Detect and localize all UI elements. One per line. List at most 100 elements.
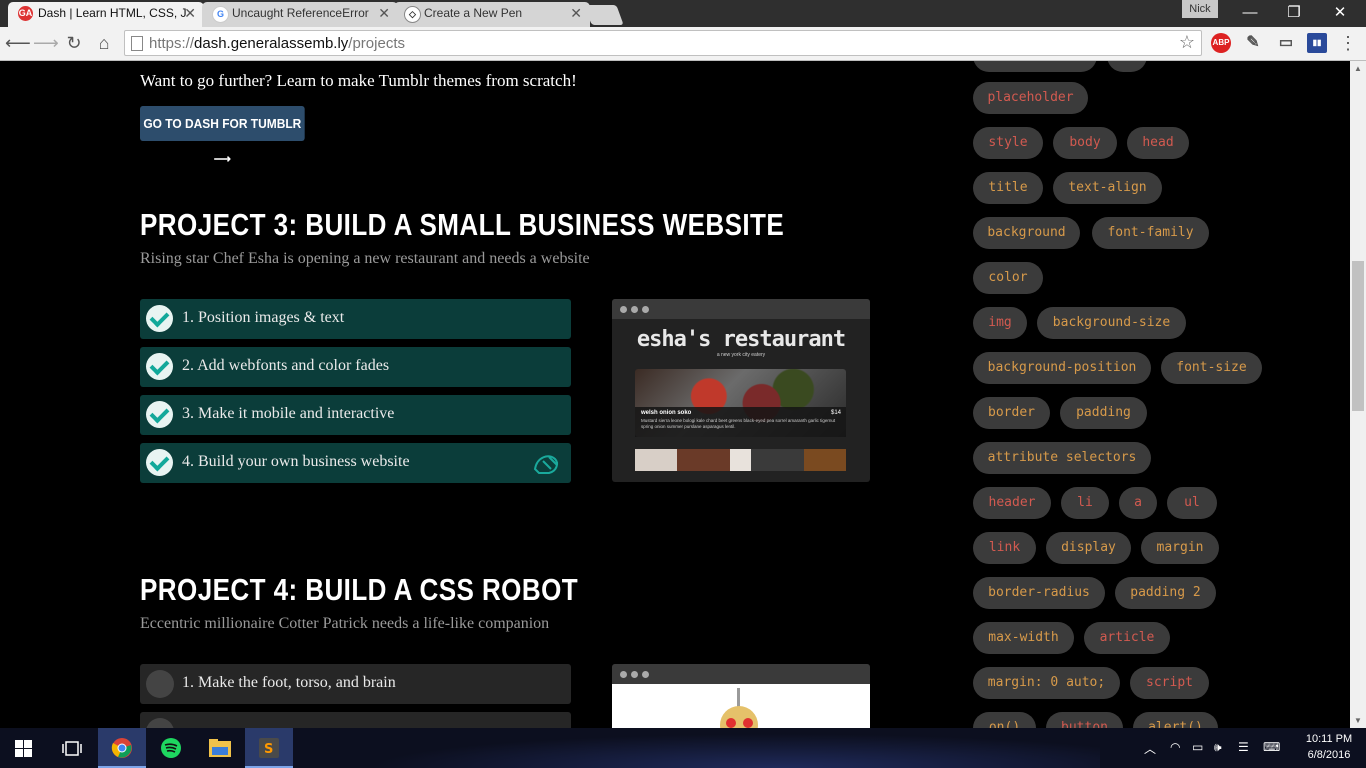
tag-pill[interactable] <box>973 61 1097 72</box>
bookmark-star-icon[interactable]: ☆ <box>1179 32 1195 53</box>
tag-pill[interactable] <box>1107 61 1147 72</box>
project4-step-1[interactable]: 1. Make the foot, torso, and brain <box>140 664 571 704</box>
project3-step-4[interactable]: 4. Build your own business website <box>140 443 571 483</box>
system-clock[interactable]: 10:11 PM 6/8/2016 <box>1296 731 1362 763</box>
wifi-icon[interactable]: ◠ <box>1170 740 1180 754</box>
close-window-icon[interactable]: ✕ <box>1318 2 1362 24</box>
tag-pill[interactable]: margin <box>1141 532 1219 564</box>
tag-pill[interactable]: script <box>1130 667 1209 699</box>
profile-button[interactable]: Nick <box>1182 0 1218 18</box>
file-explorer-icon[interactable] <box>196 728 244 768</box>
notifications-icon[interactable]: ☰ <box>1238 740 1249 754</box>
ga-logo-icon: GA <box>18 6 33 21</box>
sublime-text-icon[interactable]: S <box>245 728 293 768</box>
tag-pill[interactable]: margin: 0 auto; <box>973 667 1120 699</box>
close-icon[interactable]: ✕ <box>378 2 390 25</box>
chrome-icon[interactable] <box>98 728 146 768</box>
tag-pill[interactable]: link <box>973 532 1036 564</box>
tag-pill[interactable]: display <box>1046 532 1131 564</box>
tag-pill[interactable]: text-align <box>1053 172 1162 204</box>
tab-error[interactable]: G Uncaught ReferenceError ✕ <box>202 2 398 27</box>
project3-step-1[interactable]: 1. Position images & text <box>140 299 571 339</box>
maximize-icon[interactable]: ❐ <box>1272 2 1316 24</box>
tag-pill[interactable]: li <box>1061 487 1109 519</box>
volume-icon[interactable]: 🕪 <box>1214 740 1222 755</box>
google-icon: G <box>212 6 229 23</box>
tab-dash[interactable]: GA Dash | Learn HTML, CSS, J ✕ <box>8 2 204 27</box>
reload-icon[interactable]: ↻ <box>62 31 86 55</box>
tag-pill[interactable]: font-family <box>1092 217 1209 249</box>
scroll-down-icon[interactable]: ▼ <box>1350 716 1366 725</box>
tag-pill[interactable]: max-width <box>973 622 1074 654</box>
tag-pill[interactable]: padding <box>1060 397 1147 429</box>
tag-pill[interactable]: placeholder <box>973 82 1088 114</box>
project4-step-2[interactable] <box>140 712 571 728</box>
checkmark-icon <box>146 449 173 476</box>
new-tab-button[interactable] <box>584 5 624 25</box>
task-view-icon[interactable] <box>62 741 82 756</box>
project4-preview[interactable] <box>612 664 870 728</box>
project3-step-2[interactable]: 2. Add webfonts and color fades <box>140 347 571 387</box>
tag-pill[interactable]: font-size <box>1161 352 1262 384</box>
project3-preview[interactable]: esha's restaurant a new york city eatery… <box>612 299 870 482</box>
project4-title: PROJECT 4: BUILD A CSS ROBOT <box>140 572 579 607</box>
preview-window-bar <box>612 664 870 684</box>
power-icon[interactable]: ▭ <box>1192 740 1203 754</box>
tag-pill[interactable]: ul <box>1167 487 1217 519</box>
tag-pill[interactable]: border-radius <box>973 577 1105 609</box>
spotify-icon[interactable] <box>147 728 195 768</box>
project3-step-3[interactable]: 3. Make it mobile and interactive <box>140 395 571 435</box>
tag-pill[interactable]: border <box>973 397 1050 429</box>
page-content: Want to go further? Learn to make Tumblr… <box>0 61 1350 728</box>
menu-icon[interactable]: ⋮ <box>1336 31 1360 55</box>
robot-canvas <box>612 684 870 728</box>
project3-title: PROJECT 3: BUILD A SMALL BUSINESS WEBSIT… <box>140 207 785 242</box>
abp-icon[interactable]: ABP <box>1211 33 1231 53</box>
back-icon[interactable]: ⟵ <box>5 31 31 55</box>
tag-pill[interactable]: a <box>1119 487 1157 519</box>
tag-pill[interactable]: padding 2 <box>1115 577 1216 609</box>
go-to-tumblr-button[interactable]: GO TO DASH FOR TUMBLR ⟶ <box>140 106 305 166</box>
tag-pill[interactable]: alert() <box>1133 712 1218 728</box>
page-icon <box>131 36 143 51</box>
scrollbar-thumb[interactable] <box>1352 261 1364 411</box>
tag-pill[interactable]: body <box>1053 127 1117 159</box>
tab-strip: GA Dash | Learn HTML, CSS, J ✕ G Uncaugh… <box>0 0 1366 27</box>
tag-pill[interactable]: color <box>973 262 1043 294</box>
tray-overflow-icon[interactable]: ︿ <box>1144 740 1156 757</box>
home-icon[interactable]: ⌂ <box>92 31 116 55</box>
eyedropper-icon[interactable]: ✎ <box>1243 33 1263 53</box>
tag-pill[interactable]: title <box>973 172 1043 204</box>
tag-pill[interactable]: background <box>973 217 1080 249</box>
tag-pill[interactable]: article <box>1084 622 1170 654</box>
tag-pill[interactable]: background-size <box>1037 307 1186 339</box>
tab-codepen[interactable]: ◇ Create a New Pen ✕ <box>394 2 590 27</box>
cast-icon[interactable]: ▭ <box>1276 33 1296 53</box>
tag-pill[interactable]: head <box>1127 127 1189 159</box>
forward-icon[interactable]: ⟶ <box>33 31 59 55</box>
close-icon[interactable]: ✕ <box>184 2 196 25</box>
step-label: 3. Make it mobile and interactive <box>182 405 395 422</box>
tag-pill[interactable]: style <box>973 127 1043 159</box>
tag-pill[interactable]: attribute selectors <box>973 442 1151 474</box>
tag-pill[interactable]: background-position <box>973 352 1151 384</box>
stats-icon[interactable]: ▮▮ <box>1307 33 1327 53</box>
tag-pill[interactable]: on() <box>973 712 1036 728</box>
robot-eye <box>726 718 736 728</box>
clock-time: 10:11 PM <box>1305 733 1353 745</box>
keyboard-icon[interactable]: ⌨ <box>1263 740 1280 754</box>
tag-pill[interactable]: button <box>1046 712 1123 728</box>
clock-date: 6/8/2016 <box>1307 749 1351 761</box>
windows-start-icon[interactable] <box>15 740 32 757</box>
tag-pill[interactable]: header <box>973 487 1051 519</box>
scroll-up-icon[interactable]: ▲ <box>1350 64 1366 73</box>
tag-pill[interactable]: img <box>973 307 1027 339</box>
browser-toolbar: ⟵ ⟶ ↻ ⌂ https://dash.generalassemb.ly/pr… <box>0 27 1366 61</box>
badge-icon <box>533 455 558 474</box>
address-bar[interactable]: https://dash.generalassemb.ly/projects ☆ <box>124 30 1202 56</box>
close-icon[interactable]: ✕ <box>570 2 582 25</box>
minimize-icon[interactable]: — <box>1228 2 1272 24</box>
page-scrollbar[interactable]: ▲ ▼ <box>1350 61 1366 728</box>
checkmark-icon <box>146 305 173 332</box>
incomplete-circle-icon <box>146 718 174 728</box>
